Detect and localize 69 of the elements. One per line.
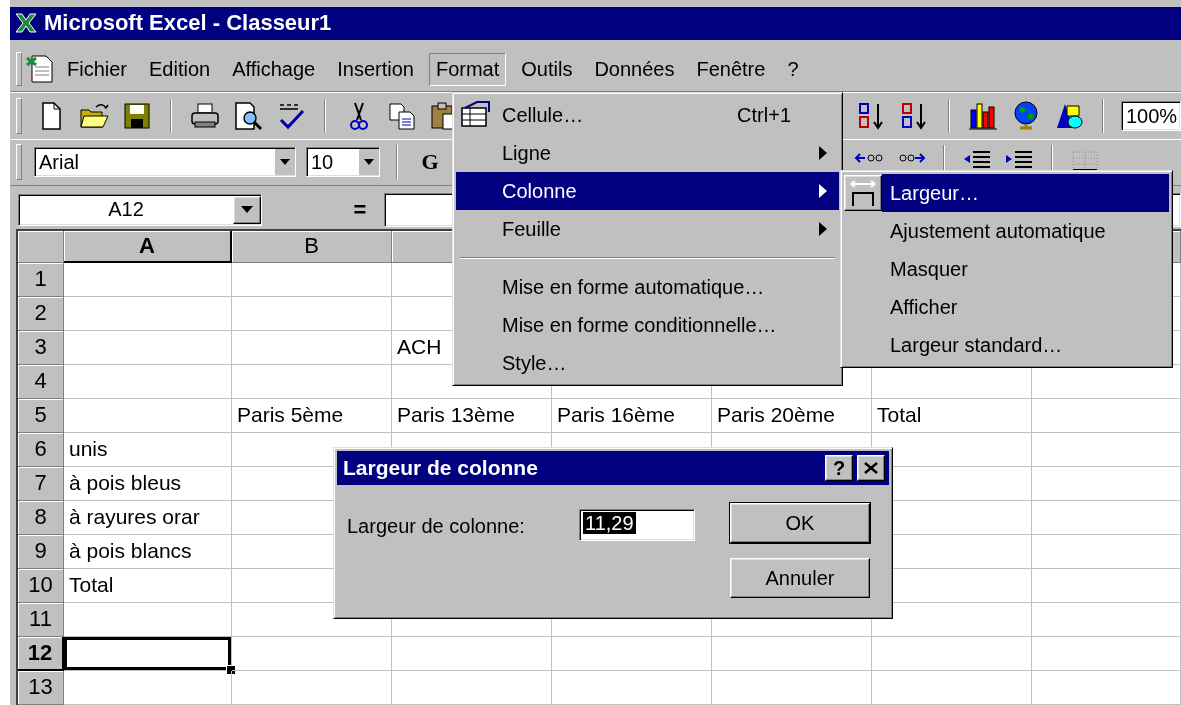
equals-button[interactable]: = — [340, 196, 380, 223]
table-cell: à rayures orar — [64, 501, 232, 535]
select-all-button[interactable] — [18, 231, 64, 263]
menu-item[interactable]: Edition — [142, 52, 218, 86]
dropdown-arrow-icon[interactable] — [241, 206, 253, 214]
column-header[interactable]: B — [232, 231, 392, 263]
close-button[interactable] — [857, 455, 885, 481]
table-cell: Paris 20ème — [712, 399, 872, 433]
table-cell: Paris 5ème — [232, 399, 392, 433]
menu-item[interactable]: Données — [587, 52, 682, 86]
font-field[interactable]: Arial — [34, 147, 296, 178]
table-cell: Paris 16ème — [552, 399, 712, 433]
dialog-title: Largeur de colonne — [343, 456, 539, 480]
table-cell: Paris 13ème — [392, 399, 552, 433]
row-header[interactable]: 3 — [18, 331, 64, 365]
window-title: Microsoft Excel - Classeur1 — [44, 10, 332, 37]
row-header[interactable]: 8 — [18, 501, 64, 535]
menu-item[interactable]: ? — [780, 52, 806, 86]
cancel-button[interactable]: Annuler — [730, 558, 870, 598]
row-header[interactable]: 1 — [18, 263, 64, 297]
row-header[interactable]: 10 — [18, 569, 64, 603]
menu-item[interactable]: Ligne — [456, 134, 839, 172]
dropdown-arrow-icon[interactable] — [364, 159, 374, 166]
submenu-arrow-icon — [819, 222, 827, 236]
submenu-arrow-icon — [819, 184, 827, 198]
table-cell: unis — [64, 433, 232, 467]
row-header[interactable]: 13 — [18, 671, 64, 705]
print-preview-icon[interactable] — [232, 99, 264, 132]
table-cell: à pois bleus — [64, 467, 232, 501]
table-cell: Total — [872, 399, 1032, 433]
row-header[interactable]: 11 — [18, 603, 64, 637]
menu-item[interactable]: Fenêtre — [689, 52, 773, 86]
fill-handle[interactable] — [226, 665, 236, 675]
input-field[interactable]: 11,29 — [579, 509, 695, 541]
row-header[interactable]: 5 — [18, 399, 64, 433]
menu-item[interactable]: Feuille — [456, 210, 839, 248]
menu-item[interactable]: Ajustement automatique — [844, 212, 1169, 250]
field-label: Largeur de colonne: — [347, 514, 526, 539]
menu-item[interactable]: Largeur standard… — [844, 326, 1169, 364]
menu-item[interactable]: Fichier — [60, 52, 134, 86]
menu-item[interactable]: Affichage — [225, 52, 323, 86]
row-header[interactable]: 4 — [18, 365, 64, 399]
table-cell: Total — [64, 569, 232, 603]
bold-button[interactable]: G — [414, 149, 446, 176]
column-header[interactable]: A — [64, 231, 232, 263]
submenu-arrow-icon — [819, 146, 827, 160]
menu-item[interactable]: Format — [428, 52, 507, 86]
spreadsheet-logo-icon — [14, 11, 38, 36]
help-button[interactable]: ? — [825, 455, 853, 481]
document-icon — [24, 53, 56, 86]
zoom-field[interactable]: 100% — [1121, 100, 1181, 131]
menu-item[interactable]: Cellule… Ctrl+1 — [456, 96, 839, 134]
ok-button[interactable]: OK — [730, 503, 870, 543]
menu-item[interactable]: Afficher — [844, 288, 1169, 326]
close-icon — [864, 462, 878, 474]
row-header[interactable]: 6 — [18, 433, 64, 467]
row-header[interactable]: 12 — [18, 637, 64, 671]
menu-item[interactable]: Insertion — [330, 52, 421, 86]
name-box[interactable]: A12 — [18, 193, 262, 226]
row-header[interactable]: 7 — [18, 467, 64, 501]
font-size-field[interactable]: 10 — [306, 147, 380, 178]
menu-item[interactable]: Mise en forme automatique… — [456, 268, 839, 306]
dropdown-arrow-icon[interactable] — [280, 159, 290, 166]
row-header[interactable]: 2 — [18, 297, 64, 331]
menu-item[interactable]: Outils — [514, 52, 580, 86]
menu-item[interactable]: Masquer — [844, 250, 1169, 288]
menu-item[interactable]: Colonne — [456, 172, 839, 210]
row-header[interactable]: 9 — [18, 535, 64, 569]
table-cell: à pois blancs — [64, 535, 232, 569]
